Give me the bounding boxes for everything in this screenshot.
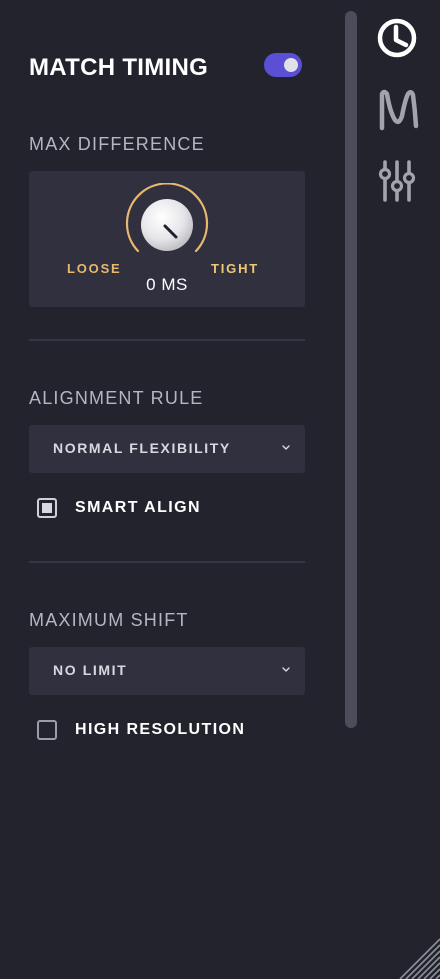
panel-scrollbar[interactable] [345, 11, 357, 728]
header-row: MATCH TIMING [29, 50, 305, 84]
smart-align-label: SMART ALIGN [75, 499, 201, 516]
chevron-down-icon [282, 445, 290, 450]
knob-cap [141, 199, 193, 251]
max-difference-knob-panel: LOOSE TIGHT 0 MS [29, 171, 305, 307]
maximum-shift-label: MAXIMUM SHIFT [29, 610, 189, 630]
knob-tight-label: TIGHT [211, 261, 259, 276]
page-title: MATCH TIMING [29, 54, 209, 81]
maximum-shift-dropdown[interactable]: NO LIMIT [29, 647, 305, 695]
toggle-knob [284, 58, 298, 72]
settings-panel: MATCH TIMING MAX DIFFERENCE LOOSE TIGHT … [0, 0, 335, 979]
smart-align-checkbox[interactable] [37, 498, 57, 518]
section-divider [29, 339, 305, 341]
knob-value-readout: 0 MS [146, 275, 188, 294]
alignment-rule-selected: NORMAL FLEXIBILITY [53, 440, 231, 456]
maximum-shift-selected: NO LIMIT [53, 662, 128, 678]
waveform-m-icon[interactable] [376, 86, 420, 132]
high-resolution-checkbox[interactable] [37, 720, 57, 740]
sliders-icon[interactable] [377, 158, 419, 204]
clock-icon[interactable] [375, 16, 419, 60]
match-timing-toggle[interactable] [264, 53, 302, 77]
match-timing-window: MATCH TIMING MAX DIFFERENCE LOOSE TIGHT … [0, 0, 440, 979]
checkbox-indeterminate-mark [42, 503, 52, 513]
max-difference-knob[interactable] [124, 183, 210, 269]
max-difference-label: MAX DIFFERENCE [29, 134, 205, 154]
alignment-rule-label: ALIGNMENT RULE [29, 388, 204, 408]
chevron-down-icon [282, 667, 290, 672]
knob-loose-label: LOOSE [67, 261, 122, 276]
high-resolution-label: HIGH RESOLUTION [75, 721, 246, 738]
alignment-rule-dropdown[interactable]: NORMAL FLEXIBILITY [29, 425, 305, 473]
high-resolution-row[interactable]: HIGH RESOLUTION [37, 720, 305, 746]
resize-grip-icon[interactable] [396, 935, 440, 979]
section-divider [29, 561, 305, 563]
smart-align-row[interactable]: SMART ALIGN [37, 498, 305, 524]
